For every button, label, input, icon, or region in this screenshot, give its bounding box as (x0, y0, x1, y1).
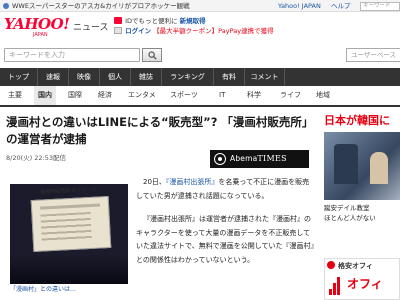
source-logo[interactable]: AbemaTIMES (210, 150, 309, 168)
office-ad-main-text: オフィ (347, 277, 383, 291)
article-paragraph-1: 20日、『漫画村出張所』を名乗って不正に漫画を販売していた男が逮捕され話題になっ… (136, 176, 316, 203)
search-button[interactable] (142, 48, 162, 62)
news-logo-label[interactable]: ニュース (73, 20, 109, 33)
login-line: ログイン 【最大半額クーポン】PayPay連携で獲得 (114, 26, 310, 36)
abema-eye-icon (214, 153, 226, 165)
office-ad-top-text: 格安オフィ (338, 262, 373, 270)
source-name: Abema (230, 154, 258, 163)
sidebar-ad-caption-line-2: ほとんど人がない (324, 213, 376, 222)
subnav-item-sports[interactable]: スポーツ (166, 86, 202, 105)
source-times: TIMES (257, 154, 287, 163)
login-box: IDでもっと便利に 新規取得 ログイン 【最大半額クーポン】PayPay連携で獲… (114, 16, 310, 40)
top-utility-bar: WWEスーパースターのアスカ&カイリがプロアホッケー観戦 Yahoo! JAPA… (0, 0, 400, 12)
office-ad-icon (327, 261, 335, 269)
image-shadow (10, 254, 128, 284)
login-link[interactable]: ログイン (125, 27, 151, 35)
image-caption[interactable]: 「漫画村」との違いは… (10, 284, 76, 293)
nav-item-video[interactable]: 映像 (69, 68, 100, 86)
subnav-item-international[interactable]: 国際 (64, 86, 86, 105)
category-subnav: 主要 国内 国際 経済 エンタメ スポーツ IT 科学 ライフ 地域 (0, 86, 400, 107)
nav-item-comment[interactable]: コメント (245, 68, 285, 86)
nav-item-top[interactable]: トップ (0, 68, 38, 86)
p1-prefix: 20日、 (143, 178, 166, 186)
sidebar: 日本が韓国に 蹴安デイル教室 ほとんど人がない 格安オフィ オフィ (318, 108, 400, 300)
coupon-promo-link[interactable]: 【最大半額クーポン】PayPay連携で獲得 (153, 27, 273, 35)
subnav-item-entertainment[interactable]: エンタメ (124, 86, 160, 105)
yahoo-logo-sub: JAPAN (33, 32, 48, 38)
promo-link[interactable]: WWEスーパースターのアスカ&カイリがプロアホッケー観戦 (12, 0, 190, 12)
article-paragraph-2: 『漫画村出張所』は運営者が逮捕された『漫画村』のキャラクターを使って大量の漫画デ… (136, 215, 315, 264)
subnav-item-science[interactable]: 科学 (243, 86, 265, 105)
article-image[interactable]: 漫画村販売所 のイメージ (10, 184, 128, 284)
article-title: 漫画村との違いはLINEによる“販売型”? 「漫画村販売所」の運営者が逮捕 (6, 115, 314, 146)
subnav-item-domestic[interactable]: 国内 (34, 86, 56, 105)
office-ad-top: 格安オフィ (327, 261, 399, 271)
subnav-item-region[interactable]: 地域 (312, 86, 334, 105)
yahoo-japan-link[interactable]: Yahoo! JAPAN (278, 0, 321, 12)
site-header: YAHOO! JAPAN ニュース IDでもっと便利に 新規取得 ログイン 【最… (0, 12, 400, 42)
image-overlay-text: 漫画村販売所 のイメージ (39, 186, 97, 196)
mangamura-branch-link[interactable]: 『漫画村出張所』 (166, 178, 219, 186)
subnav-item-life[interactable]: ライフ (276, 86, 305, 105)
search-icon (148, 51, 157, 60)
search-row: キーワードを入力 ユーザーベース (0, 45, 400, 65)
register-link[interactable]: 新規取得 (180, 17, 206, 25)
nav-item-individual[interactable]: 個人 (100, 68, 131, 86)
subnav-item-main[interactable]: 主要 (4, 86, 26, 105)
nav-item-breaking[interactable]: 速報 (38, 68, 69, 86)
source-logo-text: AbemaTIMES (230, 150, 287, 168)
article-date: 8/20(火) 22:53配信 (6, 154, 66, 162)
main-nav: トップ 速報 映像 個人 雑誌 ランキング 有料 コメント (0, 68, 400, 86)
yahoo-id-icon (114, 17, 122, 24)
office-ad-bars-icon (329, 275, 343, 295)
news-search-input[interactable]: キーワードを入力 (4, 48, 140, 62)
user-icon (114, 27, 122, 34)
subnav-item-it[interactable]: IT (215, 86, 229, 105)
article: 漫画村との違いはLINEによる“販売型”? 「漫画村販売所」の運営者が逮捕 8/… (0, 108, 318, 300)
yahoo-logo[interactable]: YAHOO! (4, 17, 70, 32)
manga-panel-illustration (30, 195, 112, 253)
sidebar-ad-caption-line-1: 蹴安デイル教室 (324, 204, 370, 212)
office-ad-banner[interactable]: 格安オフィ オフィ (324, 258, 400, 300)
top-search-input[interactable]: キーワード (360, 2, 400, 11)
sidebar-ad-headline[interactable]: 日本が韓国に (324, 114, 400, 127)
user-search-input[interactable]: ユーザーベース (346, 48, 400, 62)
sidebar-ad-image[interactable] (324, 132, 400, 200)
article-body: 20日、『漫画村出張所』を名乗って不正に漫画を販売していた男が逮捕され話題になっ… (136, 176, 316, 277)
nav-item-magazine[interactable]: 雑誌 (131, 68, 162, 86)
id-promo-line: IDでもっと便利に 新規取得 (114, 16, 310, 26)
id-promo-text: IDでもっと便利に (125, 17, 178, 25)
help-link[interactable]: ヘルプ (331, 0, 351, 12)
nav-item-ranking[interactable]: ランキング (162, 68, 214, 86)
nav-item-paid[interactable]: 有料 (214, 68, 245, 86)
subnav-item-economy[interactable]: 経済 (94, 86, 116, 105)
promo-icon (3, 3, 9, 9)
sidebar-ad-caption[interactable]: 蹴安デイル教室 ほとんど人がない (324, 204, 400, 223)
